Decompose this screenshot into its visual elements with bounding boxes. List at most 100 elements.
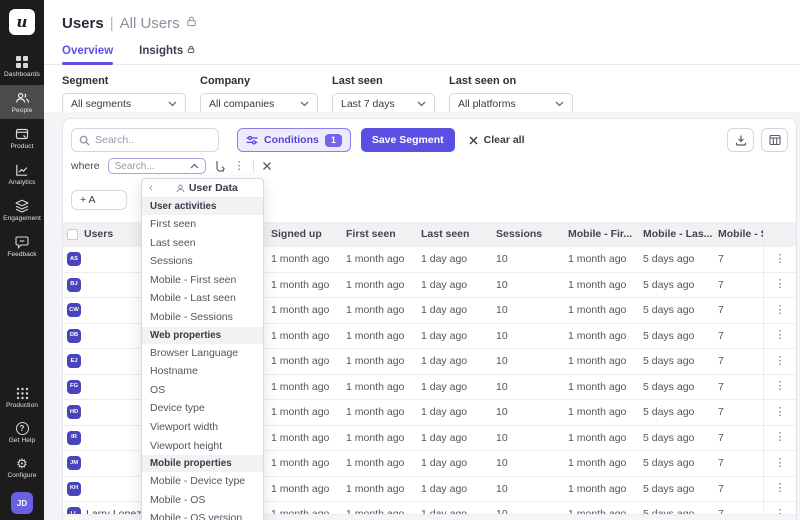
cell-sessions: 10	[496, 324, 568, 349]
cell-last_seen: 1 day ago	[421, 349, 496, 374]
dropdown-item[interactable]: Mobile - OS	[142, 491, 263, 510]
dropdown-item[interactable]: OS	[142, 381, 263, 400]
cell-first_seen: 1 month ago	[346, 324, 421, 349]
sidebar-item-product[interactable]: Product	[0, 121, 44, 155]
row-actions-cell: ⋮	[763, 400, 796, 425]
cell-m_sessions: 7	[718, 477, 763, 502]
dropdown-header: ‹ User Data	[142, 179, 263, 198]
conditions-button[interactable]: Conditions 1	[237, 128, 351, 152]
dropdown-item[interactable]: Mobile - First seen	[142, 271, 263, 290]
dropdown-item[interactable]: Mobile - Device type	[142, 472, 263, 491]
remove-condition-icon[interactable]	[262, 161, 272, 171]
filter-bar: Segment All segments Company All compani…	[44, 65, 800, 115]
cell-signed_up: 1 month ago	[271, 477, 346, 502]
cell-m_last: 5 days ago	[643, 298, 718, 323]
dropdown-title-wrap: User Data	[158, 182, 256, 194]
kebab-menu-icon[interactable]: ⋮	[775, 407, 786, 418]
people-icon	[15, 91, 30, 105]
header-actions	[763, 222, 796, 247]
sidebar-item-configure[interactable]: ⚙ Configure	[0, 451, 44, 484]
kebab-menu-icon[interactable]: ⋮	[775, 254, 786, 265]
cell-m_sessions: 7	[718, 451, 763, 476]
cell-m_last: 5 days ago	[643, 451, 718, 476]
add-condition-button[interactable]: + A	[71, 190, 127, 210]
dropdown-item[interactable]: Hostname	[142, 362, 263, 381]
filter-label: Last seen on	[449, 75, 573, 87]
filter-label: Segment	[62, 75, 186, 87]
sidebar-item-label: Production	[6, 402, 38, 409]
dropdown-item[interactable]: Browser Language	[142, 344, 263, 363]
kebab-menu-icon[interactable]: ⋮	[775, 458, 786, 469]
cell-signed_up: 1 month ago	[271, 247, 346, 272]
tab-overview[interactable]: Overview	[62, 46, 113, 64]
sidebar-item-feedback[interactable]: Feedback	[0, 229, 44, 263]
cell-sessions: 10	[496, 375, 568, 400]
dropdown-item[interactable]: Viewport width	[142, 418, 263, 437]
sidebar-item-production[interactable]: Production	[0, 381, 44, 414]
row-actions-cell: ⋮	[763, 324, 796, 349]
cell-first_seen: 1 month ago	[346, 477, 421, 502]
export-button[interactable]	[727, 128, 754, 152]
row-actions-cell: ⋮	[763, 426, 796, 451]
cell-first_seen: 1 month ago	[346, 400, 421, 425]
cell-first_seen: 1 month ago	[346, 298, 421, 323]
columns-button[interactable]	[761, 128, 788, 152]
search-box[interactable]	[71, 128, 219, 152]
dropdown-item[interactable]: First seen	[142, 215, 263, 234]
kebab-menu-icon[interactable]: ⋮	[775, 432, 786, 443]
dropdown-item[interactable]: Device type	[142, 399, 263, 418]
grid-icon	[15, 55, 29, 69]
dropdown-title: User Data	[189, 182, 238, 194]
save-segment-button[interactable]: Save Segment	[361, 128, 455, 152]
account-avatar[interactable]: JD	[11, 492, 33, 514]
sidebar-item-label: Analytics	[9, 179, 36, 186]
window-icon	[15, 127, 29, 141]
field-select-trigger[interactable]: Search...	[108, 158, 206, 174]
chevron-down-icon	[168, 101, 177, 107]
kebab-menu-icon[interactable]: ⋮	[775, 356, 786, 367]
sidebar-item-get-help[interactable]: ? Get Help	[0, 416, 44, 449]
lock-icon	[186, 14, 197, 32]
dropdown-item[interactable]: Mobile - Sessions	[142, 308, 263, 327]
search-input[interactable]	[95, 134, 205, 146]
kebab-menu-icon[interactable]: ⋮	[775, 305, 786, 316]
dropdown-item[interactable]: Mobile - OS version	[142, 509, 263, 520]
cell-signed_up: 1 month ago	[271, 273, 346, 298]
kebab-menu-icon[interactable]: ⋮	[775, 381, 786, 392]
clear-all-label: Clear all	[484, 134, 525, 146]
header-last-seen: Last seen	[421, 222, 496, 247]
kebab-menu-icon[interactable]: ⋮	[775, 483, 786, 494]
sidebar-item-people[interactable]: People	[0, 85, 44, 119]
sidebar-item-dashboards[interactable]: Dashboards	[0, 49, 44, 83]
clear-all-button[interactable]: Clear all	[469, 134, 525, 146]
condition-row: where Search... ⋮	[71, 158, 788, 174]
lock-icon	[187, 45, 195, 57]
cell-m_last: 5 days ago	[643, 426, 718, 451]
avatar: CW	[67, 303, 81, 317]
condition-menu-icon[interactable]: ⋮	[234, 161, 245, 172]
where-label: where	[71, 160, 100, 172]
select-all-checkbox[interactable]	[67, 229, 78, 240]
dropdown-item[interactable]: Sessions	[142, 252, 263, 271]
dropdown-item[interactable]: Viewport height	[142, 437, 263, 456]
userpilot-logo[interactable]: u	[9, 9, 35, 35]
nest-condition-icon[interactable]	[214, 160, 226, 173]
cell-signed_up: 1 month ago	[271, 349, 346, 374]
cell-m_last: 5 days ago	[643, 273, 718, 298]
cell-m_last: 5 days ago	[643, 349, 718, 374]
cell-m_first: 1 month ago	[568, 400, 643, 425]
back-chevron-icon[interactable]: ‹	[149, 183, 153, 194]
dropdown-item[interactable]: Mobile - Last seen	[142, 289, 263, 308]
field-dropdown: ‹ User Data User activitiesFirst seenLas…	[141, 178, 264, 520]
tab-insights[interactable]: Insights	[139, 46, 195, 64]
sidebar-item-engagement[interactable]: Engagement	[0, 193, 44, 227]
row-actions-cell: ⋮	[763, 451, 796, 476]
row-actions-cell: ⋮	[763, 298, 796, 323]
cell-last_seen: 1 day ago	[421, 451, 496, 476]
kebab-menu-icon[interactable]: ⋮	[775, 330, 786, 341]
sidebar-item-analytics[interactable]: Analytics	[0, 157, 44, 191]
dropdown-item[interactable]: Last seen	[142, 234, 263, 253]
cell-m_sessions: 7	[718, 298, 763, 323]
kebab-menu-icon[interactable]: ⋮	[775, 279, 786, 290]
avatar: EJ	[67, 354, 81, 368]
